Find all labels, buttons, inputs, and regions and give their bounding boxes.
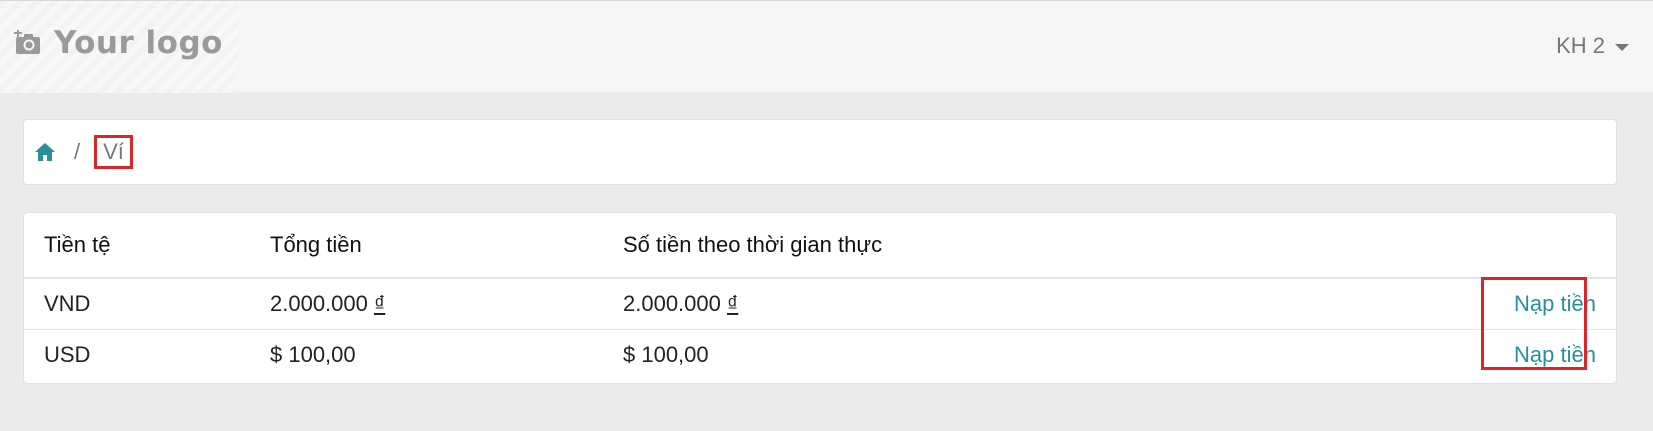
cell-total: $ 100,00 [270, 330, 623, 381]
caret-down-icon [1615, 43, 1629, 51]
total-amount: $ 100,00 [270, 342, 356, 367]
logo[interactable]: Your logo [14, 25, 223, 61]
breadcrumb-separator: / [74, 139, 81, 164]
header-total: Tổng tiền [270, 213, 623, 279]
user-label: KH 2 [1556, 33, 1605, 58]
wallet-table: Tiền tệ Tổng tiền Số tiền theo thời gian… [24, 213, 1616, 380]
currency-symbol: ₫ [373, 291, 386, 316]
breadcrumb-current: Ví [94, 135, 133, 169]
table-row: VND 2.000.000 ₫ 2.000.000 ₫ Nạp tiền [24, 278, 1616, 330]
breadcrumb: / Ví [23, 119, 1617, 185]
cell-currency: VND [24, 278, 270, 330]
header-currency: Tiền tệ [24, 213, 270, 279]
table-row: USD $ 100,00 $ 100,00 Nạp tiền [24, 330, 1616, 381]
cell-total: 2.000.000 ₫ [270, 278, 623, 330]
wallet-panel: Tiền tệ Tổng tiền Số tiền theo thời gian… [23, 212, 1617, 384]
table-header-row: Tiền tệ Tổng tiền Số tiền theo thời gian… [24, 213, 1616, 279]
camera-add-icon [14, 30, 42, 56]
cell-currency: USD [44, 342, 91, 367]
top-navbar: Your logo KH 2 [0, 0, 1653, 93]
cell-realtime: 2.000.000 ₫ [623, 278, 1336, 330]
currency-symbol: ₫ [726, 291, 739, 316]
header-realtime: Số tiền theo thời gian thực [623, 213, 1336, 279]
home-icon[interactable] [34, 142, 56, 162]
logo-text: Your logo [54, 25, 223, 61]
cell-action: Nạp tiền [1336, 330, 1616, 381]
deposit-link[interactable]: Nạp tiền [1514, 291, 1596, 316]
cell-action: Nạp tiền [1335, 278, 1616, 330]
header-action [1335, 213, 1616, 279]
deposit-link[interactable]: Nạp tiền [1514, 342, 1596, 367]
cell-realtime: $ 100,00 [623, 330, 1336, 381]
user-menu[interactable]: KH 2 [1556, 33, 1629, 59]
total-amount: 2.000.000 [270, 291, 374, 316]
realtime-amount: 2.000.000 [623, 291, 727, 316]
realtime-amount: $ 100,00 [623, 342, 709, 367]
